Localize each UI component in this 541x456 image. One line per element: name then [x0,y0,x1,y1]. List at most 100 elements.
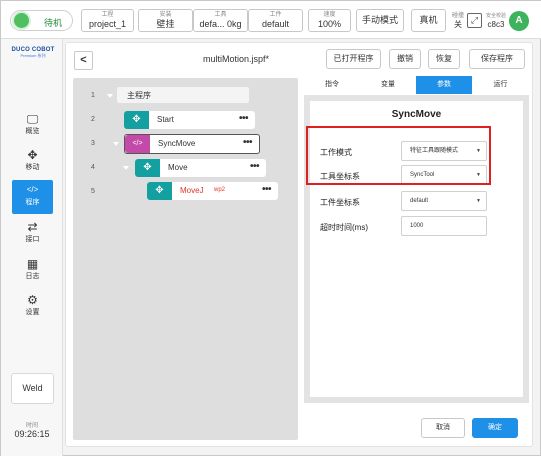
tab-instructions[interactable]: 指令 [304,76,360,94]
line-number: 1 [91,92,95,99]
program-tree: 1 主程序 2 ✥ Start ••• 3 </> SyncMove ••• 4… [73,78,298,440]
code-icon: </> [26,185,39,194]
nav-program-label: 程序 [25,199,40,206]
program-editor: < multiMotion.jspf* 已打开程序 撤销 恢复 保存程序 1 主… [65,42,533,447]
collision-status[interactable]: 碰撞 关 [450,12,466,30]
collapse-caret-icon[interactable] [123,166,129,170]
workpiece-coord-select[interactable]: default ▼ [401,191,487,211]
install-label: 安装 [159,12,172,18]
line-number: 2 [91,116,95,123]
tab-run[interactable]: 运行 [472,76,529,94]
install-selector[interactable]: 安装 壁挂 [138,9,193,32]
nav-interface[interactable]: ⇄ 接口 [12,217,53,251]
manual-mode-button[interactable]: 手动模式 [356,9,404,32]
tree-node-syncmove[interactable]: </> SyncMove ••• [124,134,260,154]
more-options-icon[interactable]: ••• [243,137,253,148]
highlight-box [306,126,491,185]
project-label: 工程 [101,12,114,18]
gear-icon: ⚙ [27,293,38,307]
tree-node-move[interactable]: ✥ Move ••• [135,159,266,177]
tree-node-label: SyncMove [158,139,196,148]
collision-label: 碰撞 [451,13,464,19]
safety-value: c8c3 [487,20,505,29]
nav-interface-label: 接口 [25,236,40,243]
redo-button[interactable]: 恢复 [428,49,460,69]
tab-parameters[interactable]: 参数 [416,76,472,94]
back-button[interactable]: < [74,51,93,70]
status-indicator-icon [14,13,29,28]
nav-log[interactable]: ▦ 日志 [12,254,53,288]
status-toggle[interactable]: 待机 [10,10,73,31]
undo-button[interactable]: 撤销 [389,49,421,69]
monitor-icon: 🖵 [26,112,39,126]
nav-move-label: 移动 [25,164,40,171]
move-icon: ✥ [147,182,172,200]
more-options-icon[interactable]: ••• [262,184,272,195]
time-label: 时间 [25,423,38,429]
clock: 时间 09:26:15 [7,420,57,439]
project-value: project_1 [88,19,127,29]
tool-selector[interactable]: 工具 defa... 0kg [193,9,248,32]
opened-programs-button[interactable]: 已打开程序 [326,49,381,69]
tab-variables[interactable]: 变量 [360,76,416,94]
calendar-icon: ▦ [26,257,39,271]
speed-value: 100% [317,19,342,29]
safety-checksum: 安全校验 c8c3 [484,12,508,30]
workpiece-selector[interactable]: 工件 default [248,9,303,32]
app-window: 待机 工程 project_1 安装 壁挂 工具 defa... 0kg 工件 … [0,0,541,456]
nav-move[interactable]: ✥ 移动 [12,145,53,179]
confirm-button[interactable]: 确定 [472,418,518,438]
speed-label: 速度 [323,12,336,18]
line-number: 4 [91,164,95,171]
project-selector[interactable]: 工程 project_1 [81,9,134,32]
workpiece-label: 工件 [269,12,282,18]
weld-button[interactable]: Weld [11,373,54,404]
nav-settings-label: 设置 [25,309,40,316]
nav-log-label: 日志 [25,273,40,280]
collision-value: 关 [454,20,462,29]
timeout-label: 超时时间(ms) [320,223,368,232]
move-icon: ✥ [135,159,160,177]
sidebar: DUCO COBOT Premium 系列 🖵 概览 ✥ 移动 </> 程序 ⇄… [1,39,63,456]
line-number: 3 [91,140,95,147]
workpiece-coord-label: 工件坐标系 [320,198,360,207]
tree-node-movej[interactable]: ✥ MoveJ wp2 ••• [147,182,278,200]
status-text: 待机 [44,18,63,28]
file-title: multiMotion.jspf* [202,54,270,64]
nav-settings[interactable]: ⚙ 设置 [12,290,53,324]
cancel-button[interactable]: 取消 [421,418,465,438]
time-value: 09:26:15 [14,429,50,439]
tree-node-start[interactable]: ✥ Start ••• [124,111,255,129]
tree-node-main[interactable]: 主程序 [117,87,249,103]
dropdown-arrow-icon: ▼ [476,198,481,204]
waypoint-tag: wp2 [214,187,226,193]
nav-overview[interactable]: 🖵 概览 [12,109,53,143]
tool-label: 工具 [214,12,227,18]
install-value: 壁挂 [156,19,175,29]
real-robot-button[interactable]: 真机 [411,9,446,32]
workpiece-coord-value: default [410,198,429,204]
logo-line2: Premium 系列 [20,53,46,58]
user-avatar[interactable]: A [509,11,529,31]
expand-icon[interactable]: ⤢ [467,13,482,28]
more-options-icon[interactable]: ••• [239,113,249,124]
line-number: 5 [91,188,95,195]
nav-overview-label: 概览 [25,128,40,135]
parameter-title: SyncMove [391,109,442,120]
speed-control[interactable]: 速度 100% [308,9,351,32]
tree-node-label: Move [168,163,188,172]
collapse-caret-icon[interactable] [107,94,113,98]
panel-tabs: 指令 变量 参数 运行 [304,76,529,94]
save-program-button[interactable]: 保存程序 [469,49,525,69]
collapse-caret-icon[interactable] [113,142,119,146]
top-bar: 待机 工程 project_1 安装 壁挂 工具 defa... 0kg 工件 … [1,1,541,39]
nav-program[interactable]: </> 程序 [12,180,53,214]
move-icon: ✥ [124,111,149,129]
timeout-input[interactable]: 1000 [401,216,487,236]
move-icon: ✥ [27,148,38,162]
tree-node-label: Start [157,115,174,124]
more-options-icon[interactable]: ••• [250,161,260,172]
safety-label: 安全校验 [485,13,506,19]
tool-value: defa... 0kg [199,19,242,29]
tree-node-label: 主程序 [127,91,151,100]
